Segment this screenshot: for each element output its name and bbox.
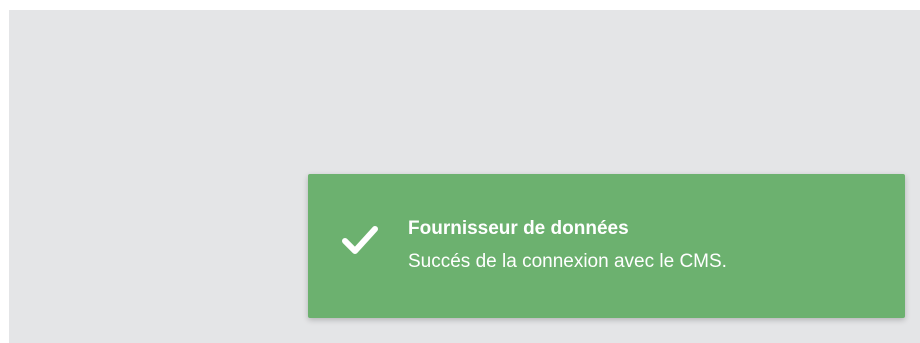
checkmark-icon [340,220,380,260]
viewport: Fournisseur de données Succés de la conn… [0,0,920,343]
toast-title: Fournisseur de données [408,218,629,239]
toast-content: Fournisseur de données Succés de la conn… [408,216,885,275]
toast-message: Succés de la connexion avec le CMS. [408,251,727,272]
success-toast[interactable]: Fournisseur de données Succés de la conn… [308,174,905,318]
